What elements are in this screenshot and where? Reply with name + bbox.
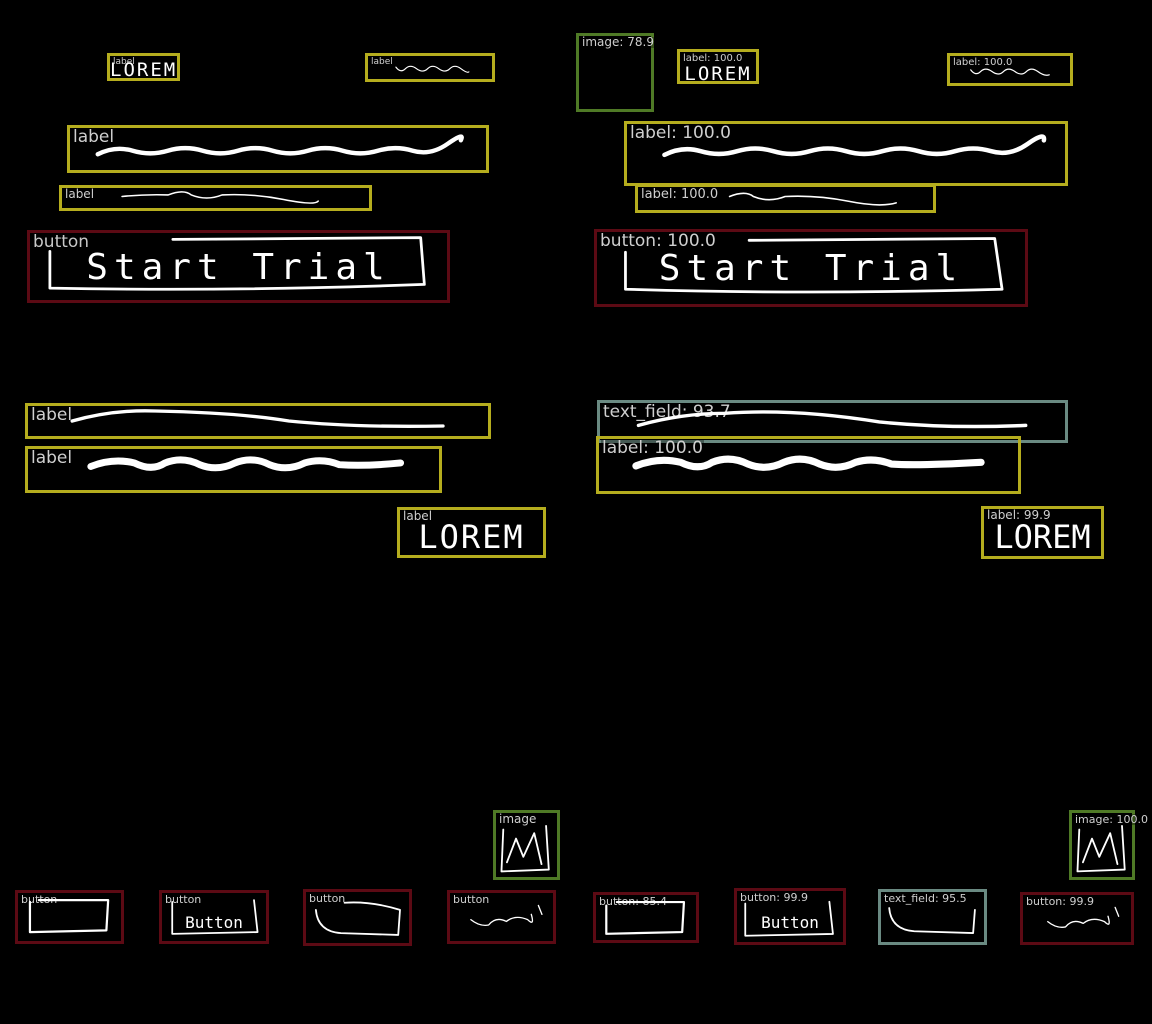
- left-thick-scribble-label: label: [25, 446, 442, 493]
- left-squiggle-small-label: label: [365, 53, 495, 82]
- right-bottom-button-1[interactable]: button: 85.4: [593, 892, 699, 943]
- left-wide-squiggle-label: label: [67, 125, 489, 173]
- handwritten-start-trial: Start Trial: [658, 248, 964, 289]
- scribble-line: [632, 455, 985, 471]
- right-thin-squiggle-label: label: 100.0: [635, 184, 936, 213]
- handwritten-button: Button: [185, 913, 243, 932]
- left-lorem-small-label: label LOREM: [107, 53, 180, 81]
- squiggle-line: [70, 409, 445, 428]
- button-outline: [1047, 906, 1120, 928]
- left-thin-squiggle-label: label: [59, 185, 372, 211]
- right-start-trial-button[interactable]: button: 100.0 Start Trial: [594, 229, 1028, 307]
- right-m-image: image: 100.0: [1069, 810, 1149, 880]
- right-bottom-button-2[interactable]: button: 99.9 Button: [734, 888, 846, 945]
- right-lorem-large-label: label: 99.9 LOREM: [981, 506, 1104, 559]
- right-bottom-button-4[interactable]: button: 99.9: [1020, 892, 1134, 945]
- squiggle-line: [95, 134, 464, 157]
- left-lorem-large-label: label LOREM: [397, 507, 546, 558]
- right-thick-scribble-label: label: 100.0: [596, 436, 1021, 494]
- tag: image: 78.9: [581, 35, 655, 49]
- squiggle-line: [395, 65, 470, 73]
- squiggle-line: [728, 192, 897, 206]
- button-outline: [605, 900, 686, 935]
- left-m-image: image: [493, 810, 560, 880]
- squiggle-line: [636, 410, 1028, 429]
- squiggle-line: [662, 134, 1047, 158]
- left-start-trial-button[interactable]: button Start Trial: [27, 230, 450, 303]
- right-bottom-text-field[interactable]: text_field: 95.5: [878, 889, 987, 945]
- left-bottom-button-1[interactable]: button: [15, 890, 124, 944]
- left-bottom-button-3[interactable]: button: [303, 889, 412, 946]
- right-image-detection: image: 78.9: [576, 33, 655, 112]
- right-wide-squiggle-label: label: 100.0: [624, 121, 1068, 186]
- handwritten-lorem: LOREM: [994, 518, 1091, 556]
- button-outline: [470, 904, 543, 926]
- button-outline: [28, 899, 110, 934]
- scribble-line: [87, 456, 405, 472]
- left-bottom-button-4[interactable]: button: [447, 890, 556, 944]
- handwritten-lorem: LOREM: [684, 63, 752, 85]
- m-glyph-icon: [1076, 825, 1126, 873]
- m-glyph-icon: [500, 824, 550, 873]
- left-long-line-label: label: [25, 403, 491, 439]
- handwritten-lorem: LOREM: [418, 518, 525, 556]
- left-bottom-button-2[interactable]: button Button: [159, 890, 269, 944]
- handwritten-button: Button: [761, 913, 819, 932]
- button-outline: [315, 901, 401, 936]
- handwritten-lorem: LOREM: [110, 59, 178, 81]
- field-outline: [888, 907, 976, 934]
- right-squiggle-small-label: label: 100.0: [947, 53, 1073, 86]
- squiggle-line: [121, 191, 319, 204]
- squiggle-line: [970, 68, 1050, 76]
- handwritten-start-trial: Start Trial: [86, 247, 391, 288]
- right-lorem-small-label: label: 100.0 LOREM: [677, 49, 759, 85]
